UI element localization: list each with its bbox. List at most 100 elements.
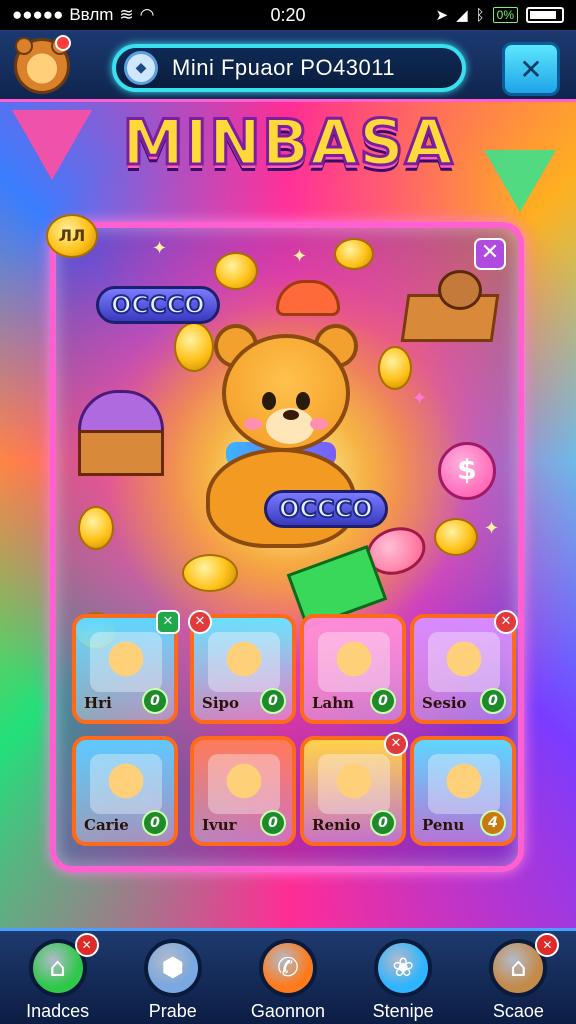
tile-art: [90, 754, 162, 814]
tile-art: [428, 754, 500, 814]
game-header: ◆ Mini Fpuaor PO43011 ✕: [0, 30, 576, 102]
tile-close-icon[interactable]: ✕: [494, 610, 518, 634]
title-pill[interactable]: ◆ Mini Fpuaor PO43011: [112, 44, 466, 92]
game-title: Mini Fpuaor PO43011: [172, 55, 396, 80]
cub-head: [438, 270, 482, 310]
collection-tile[interactable]: Penu 4: [410, 736, 516, 846]
tile-count: 0: [370, 810, 396, 836]
nav-label: Gaonnon: [250, 1001, 325, 1021]
chest-lid: [78, 390, 164, 434]
flower-icon: ❀: [374, 939, 433, 997]
bear-eye-right: [296, 392, 310, 410]
nav-label: Stenipe: [372, 1001, 434, 1021]
notification-dot: [55, 35, 71, 51]
chest-base: [78, 430, 164, 476]
coin: [214, 252, 258, 290]
bottom-nav: ⌂ Inadces ✕ ⬢ Prabe ✆ Gaonnon ❀ Stenipe …: [0, 928, 576, 1024]
collection-tile[interactable]: Renio 0 ✕: [300, 732, 408, 846]
tile-close-icon[interactable]: ✕: [156, 610, 180, 634]
tile-count: 0: [142, 688, 168, 714]
tile-art: [318, 632, 390, 692]
bear-avatar-icon[interactable]: [14, 35, 71, 94]
tile-label: Hri: [84, 694, 112, 712]
carrier-name: Bвлm: [69, 5, 114, 24]
status-bar: ●●●●● Bвлm ≋ ◠ 0:20 ➤ ◢ ᛒ 0%: [0, 0, 576, 30]
status-time: 0:20: [270, 4, 306, 25]
game-logo: MINBASA: [121, 105, 455, 181]
nav-item-prabe[interactable]: ⬢ Prabe: [118, 939, 228, 1022]
avatar-ear-left: [15, 37, 33, 55]
tile-label: Sesio: [422, 694, 467, 712]
bear-nose: [283, 410, 299, 420]
tile-art: [208, 632, 280, 692]
collection-tile[interactable]: Lahn 0: [300, 614, 406, 724]
nav-badge: ✕: [74, 933, 99, 957]
close-icon[interactable]: ✕: [474, 238, 506, 270]
tile-close-icon[interactable]: ✕: [188, 610, 212, 634]
tile-art: [90, 632, 162, 692]
coin: [334, 238, 374, 270]
tile-count: 0: [260, 688, 286, 714]
tile-label: Carie: [84, 816, 129, 834]
tile-label: Penu: [422, 816, 465, 834]
tile-count: 4: [480, 810, 506, 836]
status-right: ➤ ◢ ᛒ 0%: [364, 6, 564, 24]
nav-item-stenipe[interactable]: ❀ Stenipe: [348, 939, 458, 1022]
nav-item-scaoe[interactable]: ⌂ Scaoe ✕: [463, 933, 573, 1022]
coin: [78, 506, 114, 550]
nav-badge: ✕: [535, 933, 560, 957]
tile-label: Lahn: [312, 694, 355, 712]
battery-percent: 0%: [492, 7, 518, 23]
sparkle-icon: ✦: [484, 518, 500, 539]
crate-with-cub: [400, 270, 500, 344]
collection-tile[interactable]: Sesio 0 ✕: [410, 610, 518, 724]
shield-icon: ⬢: [143, 939, 202, 997]
tile-count: 0: [370, 688, 396, 714]
hat-item: [276, 280, 340, 316]
bear-cheek-right: [310, 418, 328, 430]
play-board: ✕ ЛЛ OCCCO OCCCO $ ✦ ✦ ✦ ✦ Hri 0 ✕ Sipo …: [46, 214, 524, 872]
battery-icon: [526, 7, 564, 23]
collection-tile[interactable]: Carie 0: [72, 736, 178, 846]
signal-dots-icon: ●●●●●: [12, 5, 64, 24]
nav-label: Scaoe: [492, 1001, 544, 1021]
tile-close-icon[interactable]: ✕: [384, 732, 408, 756]
nav-label: Prabe: [148, 1001, 197, 1021]
tile-count: 0: [480, 688, 506, 714]
tile-label: Ivur: [202, 816, 237, 834]
coin: ЛЛ: [46, 214, 98, 258]
coin: [434, 518, 478, 556]
collection-tile[interactable]: Ivur 0: [190, 736, 296, 846]
status-left: ●●●●● Bвлm ≋ ◠: [12, 5, 212, 25]
location-icon: ➤: [435, 7, 449, 24]
tile-art: [208, 754, 280, 814]
sparkle-icon: ✦: [292, 246, 308, 267]
sparkle-icon: ✦: [412, 388, 428, 409]
bear-eye-left: [262, 392, 276, 410]
coin: [174, 322, 214, 372]
tile-count: 0: [260, 810, 286, 836]
treasure-chest: [78, 390, 168, 480]
bear-head: [222, 334, 350, 452]
wifi-icon-2: ◠: [139, 5, 155, 24]
tile-label: Renio: [312, 816, 361, 834]
wrench-icon[interactable]: ✕: [502, 42, 560, 96]
coin: [182, 554, 238, 592]
badge-occco-top: OCCCO: [96, 286, 220, 324]
tile-art: [428, 632, 500, 692]
coin-text: ЛЛ: [58, 226, 86, 245]
wifi-icon: ≋: [119, 5, 134, 24]
collection-tile[interactable]: Hri 0 ✕: [72, 610, 180, 724]
bear-cheek-left: [244, 418, 262, 430]
bear-mascot[interactable]: [212, 324, 360, 474]
dollar-token[interactable]: $: [438, 442, 496, 500]
collection-tile[interactable]: Sipo 0 ✕: [188, 610, 296, 724]
bluetooth-icon: ᛒ: [475, 6, 485, 24]
nav-item-inadces[interactable]: ⌂ Inadces ✕: [3, 933, 113, 1022]
tile-count: 0: [142, 810, 168, 836]
nav-label: Inadces: [26, 1001, 90, 1021]
phone-icon: ✆: [258, 939, 317, 997]
coin: [378, 346, 412, 390]
tile-art: [318, 754, 390, 814]
nav-item-gaonnon[interactable]: ✆ Gaonnon: [233, 939, 343, 1022]
